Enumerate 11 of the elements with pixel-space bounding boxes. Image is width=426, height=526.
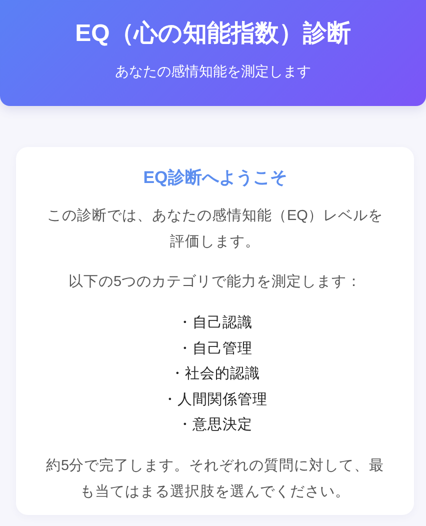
category-item: ・人間関係管理 [162,390,268,410]
category-item: ・社会的認識 [169,365,261,384]
category-item: ・自己認識 [176,314,254,333]
category-item: ・自己管理 [176,340,254,358]
lead-text: 以下の5つのカテゴリで能力を測定します： [67,272,363,292]
page-subtitle: あなたの感情知能を測定します [114,62,312,80]
note-text: 約5分で完了します。それぞれの質問に対して、最も当てはまる選択肢を選んでください。 [44,456,386,502]
page-title: EQ（心の知能指数）診断 [74,19,352,49]
category-item: ・意思決定 [176,416,254,435]
card-title: EQ診断へようこそ [142,167,288,189]
intro-text: この診断では、あなたの感情知能（EQ）レベルを評価します。 [46,207,384,252]
